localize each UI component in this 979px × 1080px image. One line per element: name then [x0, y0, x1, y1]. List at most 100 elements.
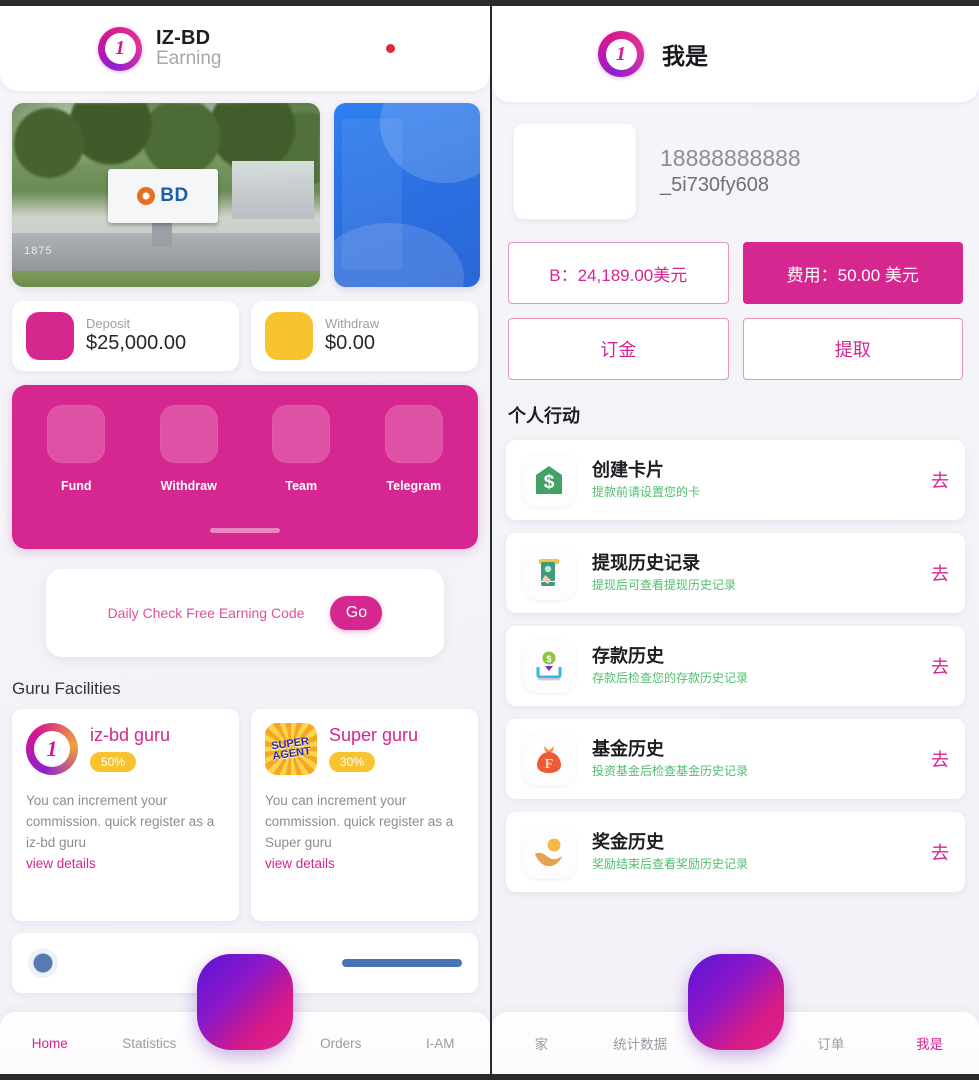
quick-action-fund[interactable]: Fund — [30, 405, 122, 493]
guru-view-details-link[interactable]: view details — [26, 856, 225, 871]
quick-action-team[interactable]: Team — [255, 405, 347, 493]
nav-item-iam[interactable]: I-AM — [391, 1036, 491, 1051]
super-agent-icon: SUPER AGENT — [265, 723, 317, 775]
personal-actions-list: $ 创建卡片 提款前请设置您的卡 去 提现历史记录 提现后可查看提现历史记录 去… — [492, 440, 979, 892]
bottom-strip — [0, 1074, 490, 1080]
hand-coin-icon — [522, 825, 576, 879]
fee-button[interactable]: 费用：50.00 美元 — [742, 242, 963, 304]
fund-icon — [47, 405, 106, 463]
guru-name: iz-bd guru — [90, 725, 171, 745]
go-button[interactable]: Go — [330, 596, 383, 630]
guru-section-title: Guru Facilities — [12, 679, 121, 698]
quick-action-label: Telegram — [386, 479, 442, 493]
withdraw-card[interactable]: Withdraw $0.00 — [251, 301, 478, 371]
team-icon — [272, 405, 331, 463]
super-agent-badge-text: SUPER AGENT — [270, 735, 312, 763]
blue-stripe — [341, 119, 402, 269]
guru-description: You can increment your commission. quick… — [265, 793, 454, 850]
nav-item-orders[interactable]: Orders — [291, 1036, 391, 1051]
guru-card-super[interactable]: SUPER AGENT Super guru 30% You can incre… — [251, 709, 478, 921]
atm-withdraw-icon — [522, 546, 576, 600]
quick-action-label: Fund — [60, 479, 92, 493]
banner-carousel[interactable]: BD 1875 — [0, 91, 490, 287]
guru-percent-badge: 50% — [90, 752, 137, 772]
guru-name: Super guru — [329, 725, 419, 745]
action-subtitle: 提款前请设置您的卡 — [592, 485, 701, 500]
action-go-link[interactable]: 去 — [931, 560, 949, 586]
action-item-bonus-history[interactable]: 奖金历史 奖励结束后查看奖励历史记录 去 — [506, 812, 965, 892]
green-card-dollar-icon: $ — [522, 453, 576, 507]
deposit-card[interactable]: Deposit $25,000.00 — [12, 301, 239, 371]
bd-logo-icon — [137, 187, 156, 205]
action-subtitle: 奖励结束后查看奖励历史记录 — [592, 857, 749, 872]
action-title: 基金历史 — [592, 739, 664, 759]
center-action-button[interactable] — [197, 954, 293, 1050]
logo-number: 1 — [605, 38, 637, 70]
action-go-link[interactable]: 去 — [931, 467, 949, 493]
withdraw-label: Withdraw — [325, 316, 380, 332]
deposit-label: Deposit — [86, 316, 131, 332]
deposit-value: $25,000.00 — [86, 331, 187, 354]
withdraw-icon — [265, 312, 313, 360]
guru-card-izbd[interactable]: 1 iz-bd guru 50% You can increment your … — [12, 709, 239, 921]
iz-bd-ring-icon: 1 — [26, 723, 78, 775]
action-title: 创建卡片 — [592, 460, 664, 480]
deposit-icon — [26, 312, 74, 360]
panel-drag-handle[interactable] — [210, 528, 280, 533]
action-item-withdraw-history[interactable]: 提现历史记录 提现后可查看提现历史记录 去 — [506, 533, 965, 613]
quick-action-telegram[interactable]: Telegram — [368, 405, 460, 493]
profile-summary: 18888888888 _5i730fy608 — [492, 102, 979, 222]
nav-item-orders[interactable]: 订单 — [782, 1033, 881, 1053]
nav-item-statistics[interactable]: 统计数据 — [591, 1033, 690, 1053]
action-title: 奖金历史 — [592, 832, 664, 852]
banner-image-bd-campus[interactable]: BD 1875 — [12, 103, 320, 287]
action-go-link[interactable]: 去 — [931, 746, 949, 772]
action-go-link[interactable]: 去 — [931, 839, 949, 865]
withdraw-value: $0.00 — [325, 331, 376, 354]
avatar[interactable] — [514, 123, 636, 219]
app-header: 1 IZ-BD Earning — [0, 6, 490, 91]
banner-sign: BD — [108, 169, 218, 223]
action-item-deposit-history[interactable]: $ 存款历史 存款后检查您的存款历史记录 去 — [506, 626, 965, 706]
guru-view-details-link[interactable]: view details — [265, 856, 464, 871]
center-action-button[interactable] — [687, 954, 784, 1050]
banner-image-blue-promo[interactable] — [333, 103, 480, 287]
guru-percent-badge: 30% — [329, 752, 376, 772]
page-title: IZ-BD — [156, 27, 211, 50]
svg-text:F: F — [545, 757, 554, 772]
quick-action-label: Withdraw — [160, 479, 217, 493]
quick-action-label: Team — [285, 479, 318, 493]
action-item-fund-history[interactable]: F 基金历史 投资基金后检查基金历史记录 去 — [506, 719, 965, 799]
deposit-coin-icon: $ — [522, 639, 576, 693]
nav-item-iam[interactable]: 我是 — [880, 1033, 979, 1053]
svg-text:$: $ — [546, 654, 551, 664]
balance-button[interactable]: B：24,189.00美元 — [508, 242, 729, 304]
action-subtitle: 存款后检查您的存款历史记录 — [592, 671, 749, 686]
page-subtitle: Earning — [156, 48, 222, 70]
deposit-button[interactable]: 订金 — [508, 318, 729, 380]
app-logo-icon: 1 — [98, 26, 142, 71]
withdraw-button[interactable]: 提取 — [742, 318, 963, 380]
money-bag-icon: F — [522, 732, 576, 786]
action-item-create-card[interactable]: $ 创建卡片 提款前请设置您的卡 去 — [506, 440, 965, 520]
action-title: 存款历史 — [592, 646, 664, 666]
daily-check-card[interactable]: Daily Check Free Earning Code Go — [46, 569, 444, 657]
partial-card-icon — [28, 948, 58, 978]
profile-user-id: _5i730fy608 — [660, 173, 769, 196]
action-go-link[interactable]: 去 — [931, 653, 949, 679]
notification-dot-icon[interactable] — [386, 44, 395, 53]
logo-number: 1 — [104, 33, 136, 64]
nav-item-home[interactable]: Home — [0, 1036, 100, 1051]
quick-actions-panel: Fund Withdraw Team Telegram — [12, 385, 478, 549]
bd-sign-text: BD — [160, 185, 189, 206]
action-subtitle: 提现后可查看提现历史记录 — [592, 578, 737, 593]
partial-card-bar — [342, 959, 462, 967]
nav-item-statistics[interactable]: Statistics — [100, 1036, 200, 1051]
banner-building — [231, 161, 314, 219]
profile-header: 1 我是 — [492, 6, 979, 102]
quick-action-withdraw[interactable]: Withdraw — [143, 405, 235, 493]
bottom-strip — [492, 1074, 979, 1080]
banner-grass — [12, 271, 320, 287]
telegram-icon — [384, 405, 443, 463]
nav-item-home[interactable]: 家 — [492, 1033, 591, 1053]
